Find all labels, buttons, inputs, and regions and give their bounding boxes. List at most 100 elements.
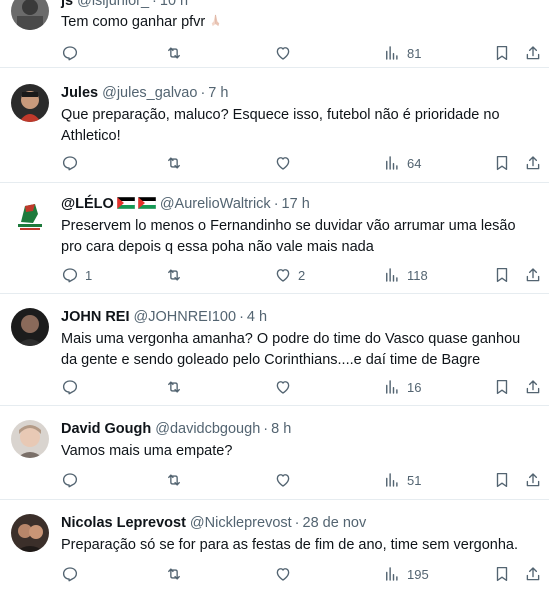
- retweet-icon: [168, 568, 180, 580]
- retweet-icon: [168, 474, 180, 486]
- tweet[interactable]: @LÉLO @AurelioWaltrick · 17 h Preservem lo …: [0, 183, 549, 294]
- avatar-image: [11, 0, 49, 30]
- bookmark-icon: [496, 45, 508, 61]
- tweet-header: Jules @jules_galvao · 7 h: [61, 84, 228, 102]
- user-handle[interactable]: @isijunior_: [77, 0, 149, 9]
- reply-count: 1: [85, 267, 93, 283]
- separator-dot: ·: [200, 85, 206, 101]
- display-name[interactable]: @LÉLO: [61, 196, 114, 212]
- share-button[interactable]: [524, 470, 542, 490]
- reply-button[interactable]: 1: [61, 265, 92, 285]
- heart-icon: [276, 474, 290, 487]
- display-name[interactable]: js: [61, 0, 73, 9]
- retweet-button[interactable]: [165, 43, 189, 63]
- heart-icon: [276, 568, 290, 581]
- retweet-button[interactable]: [165, 265, 189, 285]
- tweet-header: @LÉLO @AurelioWaltrick · 17 h: [61, 195, 310, 213]
- share-button[interactable]: [524, 265, 542, 285]
- user-handle[interactable]: @Nickleprevost: [190, 515, 292, 531]
- avatar[interactable]: [11, 420, 49, 458]
- reply-button[interactable]: [61, 564, 85, 584]
- views-button[interactable]: 81: [383, 43, 421, 63]
- avatar-image: [11, 308, 49, 346]
- bookmark-button[interactable]: [493, 43, 511, 63]
- avatar[interactable]: [11, 0, 49, 30]
- heart-icon: [276, 47, 290, 60]
- share-button[interactable]: [524, 153, 542, 173]
- tweet-actions: 81: [61, 43, 549, 63]
- separator-dot: ·: [152, 0, 157, 9]
- timestamp[interactable]: 28 de nov: [303, 515, 367, 531]
- timestamp[interactable]: 4 h: [247, 309, 267, 325]
- views-button[interactable]: 16: [383, 377, 421, 397]
- share-icon: [526, 46, 540, 60]
- tweet[interactable]: JOHN REI @JOHNREI100 · 4 h Mais uma vergonh…: [0, 294, 549, 406]
- like-button[interactable]: [274, 564, 298, 584]
- tweet-header: Nicolas Leprevost @Nickleprevost · 28 de no…: [61, 514, 366, 532]
- reply-button[interactable]: [61, 470, 85, 490]
- display-name[interactable]: JOHN REI: [61, 309, 130, 325]
- timestamp[interactable]: 10 h: [160, 0, 188, 9]
- avatar[interactable]: [11, 514, 49, 552]
- like-button[interactable]: [274, 470, 298, 490]
- like-button[interactable]: 2: [274, 265, 305, 285]
- share-icon: [526, 156, 540, 170]
- tweet[interactable]: Nicolas Leprevost @Nickleprevost · 28 de no…: [0, 500, 549, 597]
- reply-button[interactable]: [61, 43, 85, 63]
- bookmark-button[interactable]: [493, 265, 511, 285]
- heart-icon: [276, 381, 290, 394]
- avatar-image: [11, 84, 49, 122]
- views-count: 195: [407, 566, 429, 582]
- avatar[interactable]: [11, 308, 49, 346]
- retweet-icon: [168, 47, 180, 59]
- retweet-button[interactable]: [165, 564, 189, 584]
- heart-icon: [276, 157, 290, 170]
- tweet-text: Preservem lo menos o Fernandinho se duvi…: [61, 218, 516, 255]
- views-button[interactable]: 51: [383, 470, 421, 490]
- views-chart-icon: [386, 268, 398, 282]
- reply-button[interactable]: [61, 377, 85, 397]
- share-button[interactable]: [524, 377, 542, 397]
- tweet[interactable]: David Gough @davidcbgough · 8 h Vamos mais …: [0, 406, 549, 500]
- bookmark-icon: [496, 267, 508, 283]
- avatar[interactable]: [11, 196, 49, 234]
- bookmark-button[interactable]: [493, 153, 511, 173]
- user-handle[interactable]: @jules_galvao: [102, 85, 197, 101]
- like-button[interactable]: [274, 43, 298, 63]
- timestamp[interactable]: 7 h: [208, 85, 228, 101]
- reply-icon: [62, 156, 78, 171]
- display-name[interactable]: David Gough: [61, 421, 151, 437]
- like-button[interactable]: [274, 153, 298, 173]
- share-button[interactable]: [524, 564, 542, 584]
- bookmark-button[interactable]: [493, 564, 511, 584]
- views-count: 51: [407, 472, 422, 488]
- reply-icon: [62, 268, 78, 283]
- avatar[interactable]: [11, 84, 49, 122]
- tweet-header: JOHN REI @JOHNREI100 · 4 h: [61, 308, 267, 326]
- user-handle[interactable]: @JOHNREI100: [134, 309, 237, 325]
- timestamp[interactable]: 17 h: [282, 196, 310, 212]
- retweet-button[interactable]: [165, 153, 189, 173]
- retweet-button[interactable]: [165, 470, 189, 490]
- user-handle[interactable]: @AurelioWaltrick: [160, 196, 271, 212]
- tweet[interactable]: js @isijunior_ · 10 h Tem como ganhar pfvr …: [0, 0, 549, 68]
- like-button[interactable]: [274, 377, 298, 397]
- display-name[interactable]: Nicolas Leprevost: [61, 515, 186, 531]
- tweet-actions: 51: [61, 470, 549, 490]
- display-name[interactable]: Jules: [61, 85, 98, 101]
- user-handle[interactable]: @davidcbgough: [155, 421, 260, 437]
- separator-dot: ·: [263, 421, 269, 437]
- retweet-button[interactable]: [165, 377, 189, 397]
- views-chart-icon: [386, 567, 398, 581]
- tweet-text: Tem como ganhar pfvr: [61, 14, 206, 30]
- views-button[interactable]: 118: [383, 265, 428, 285]
- reply-button[interactable]: [61, 153, 85, 173]
- views-button[interactable]: 195: [383, 564, 429, 584]
- tweet[interactable]: Jules @jules_galvao · 7 h Que preparação, m…: [0, 68, 549, 183]
- share-button[interactable]: [524, 43, 542, 63]
- bookmark-button[interactable]: [493, 377, 511, 397]
- bookmark-button[interactable]: [493, 470, 511, 490]
- tweet-actions: 1 2 118: [61, 265, 549, 285]
- views-button[interactable]: 64: [383, 153, 421, 173]
- timestamp[interactable]: 8 h: [271, 421, 291, 437]
